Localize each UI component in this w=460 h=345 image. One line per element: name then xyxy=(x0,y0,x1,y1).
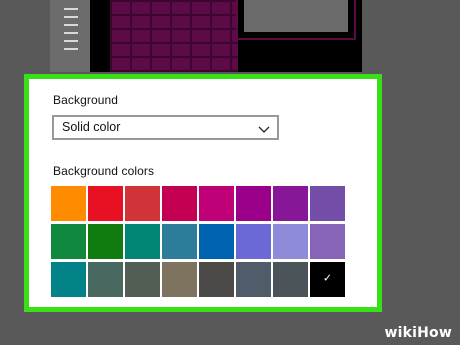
color-swatch-selected[interactable]: ✓ xyxy=(310,262,345,297)
color-swatch[interactable] xyxy=(236,262,271,297)
color-swatch[interactable] xyxy=(310,186,345,221)
background-type-dropdown[interactable]: Solid color xyxy=(52,115,279,140)
color-swatch[interactable] xyxy=(199,262,234,297)
background-label: Background xyxy=(53,93,119,107)
color-swatch[interactable] xyxy=(88,262,123,297)
preview-window xyxy=(236,0,356,40)
preview-menu-line xyxy=(64,48,78,50)
dropdown-selected-value: Solid color xyxy=(62,120,121,134)
color-swatch[interactable] xyxy=(51,186,86,221)
background-preview xyxy=(50,0,362,72)
color-swatch[interactable] xyxy=(51,224,86,259)
color-swatch[interactable] xyxy=(125,224,160,259)
color-swatch[interactable] xyxy=(273,186,308,221)
color-swatch[interactable] xyxy=(310,224,345,259)
preview-window-content xyxy=(244,0,348,32)
color-swatch-grid: ✓ xyxy=(51,186,351,299)
color-swatch[interactable] xyxy=(236,186,271,221)
color-swatch[interactable] xyxy=(199,186,234,221)
color-swatch[interactable] xyxy=(162,186,197,221)
color-swatch[interactable] xyxy=(273,262,308,297)
preview-menu-line xyxy=(64,40,78,42)
preview-tiles xyxy=(110,0,238,72)
color-swatch[interactable] xyxy=(125,262,160,297)
checkmark-icon: ✓ xyxy=(322,272,333,285)
chevron-down-icon xyxy=(258,121,270,133)
color-swatch[interactable] xyxy=(236,224,271,259)
color-swatch[interactable] xyxy=(125,186,160,221)
background-settings-panel: Background Solid color Background colors… xyxy=(24,74,382,312)
color-swatch[interactable] xyxy=(273,224,308,259)
color-swatch[interactable] xyxy=(199,224,234,259)
color-swatch[interactable] xyxy=(88,186,123,221)
preview-menu-line xyxy=(64,32,78,34)
color-swatch[interactable] xyxy=(51,262,86,297)
wikihow-watermark: wikiHow xyxy=(384,325,452,341)
preview-menu-line xyxy=(64,24,78,26)
preview-menu-line xyxy=(64,16,78,18)
background-colors-label: Background colors xyxy=(53,164,155,178)
preview-start-menu xyxy=(50,0,90,72)
color-swatch[interactable] xyxy=(162,262,197,297)
color-swatch[interactable] xyxy=(88,224,123,259)
color-swatch[interactable] xyxy=(162,224,197,259)
preview-menu-line xyxy=(64,8,78,10)
